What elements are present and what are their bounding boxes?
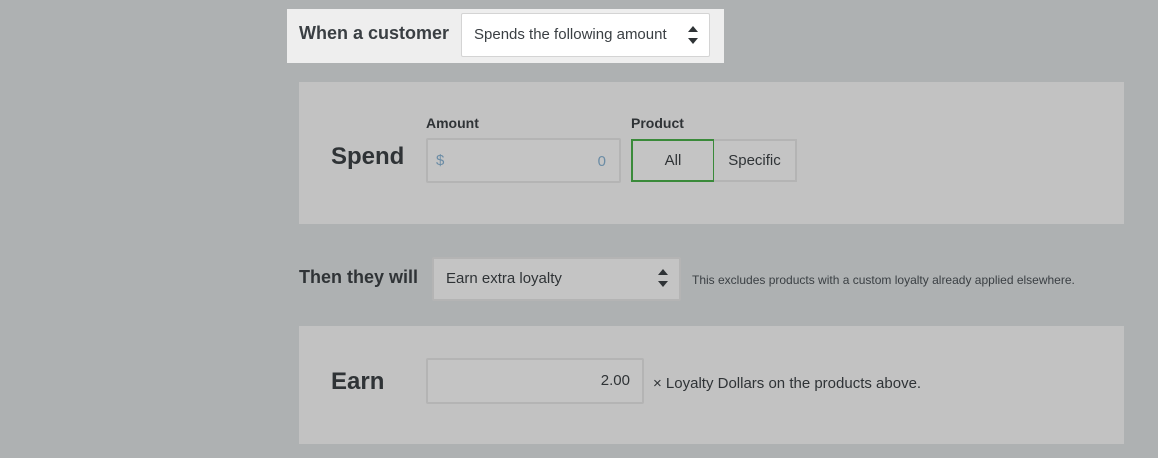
trigger-select-value: Spends the following amount (474, 26, 667, 43)
action-select[interactable]: Earn extra loyalty (432, 257, 681, 301)
earn-amount-value: 2.00 (600, 372, 630, 389)
select-arrows-icon (657, 267, 669, 289)
amount-label: Amount (426, 115, 479, 131)
action-label: Then they will (299, 267, 419, 287)
action-select-value: Earn extra loyalty (446, 270, 562, 287)
trigger-label: When a customer (299, 23, 450, 43)
amount-input[interactable]: $ 0 (426, 138, 621, 183)
product-all-button[interactable]: All (631, 139, 715, 182)
product-label: Product (631, 115, 684, 131)
select-arrows-icon (687, 24, 699, 46)
trigger-select[interactable]: Spends the following amount (461, 13, 710, 57)
product-specific-button[interactable]: Specific (714, 139, 797, 182)
earn-amount-input[interactable]: 2.00 (426, 358, 644, 404)
earn-title: Earn (331, 368, 385, 395)
action-hint: This excludes products with a custom loy… (692, 273, 1075, 287)
earn-suffix: × Loyalty Dollars on the products above. (653, 375, 922, 392)
spend-title: Spend (331, 143, 405, 170)
currency-prefix: $ (436, 152, 445, 169)
amount-value: 0 (597, 153, 606, 170)
